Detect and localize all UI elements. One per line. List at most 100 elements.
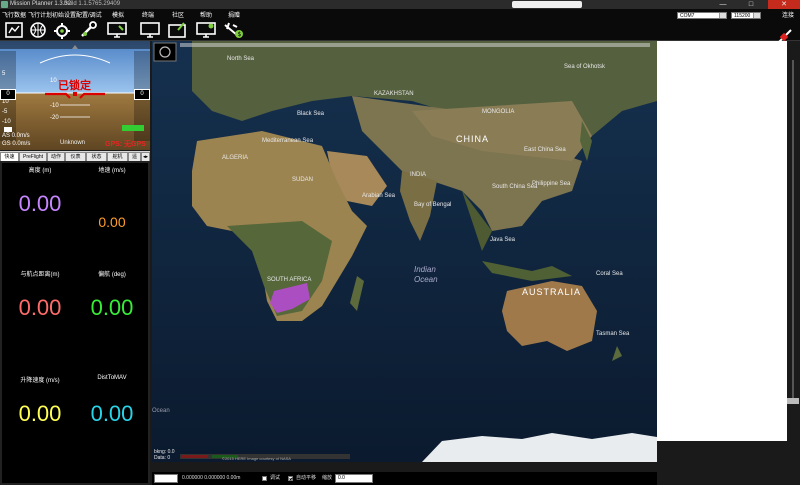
quick-panel: 高度 (m) 0.00 地速 (m/s) 0.00 与航点距离(m) 0.00 … (0, 161, 150, 485)
config-tuning-icon[interactable] (78, 21, 100, 39)
groundspeed-label: 地速 (m/s) (98, 168, 126, 174)
hud-left-tick: -5 (2, 109, 8, 115)
label-arabian-sea: Arabian Sea (362, 193, 396, 199)
community-icon[interactable] (166, 21, 188, 39)
label-philippine-sea: Philippine Sea (532, 181, 571, 187)
tab-status[interactable]: 状态 (86, 152, 107, 161)
airspeed-label: AS 0.0m/s (2, 133, 30, 139)
connect-label[interactable]: 连接 (782, 10, 794, 19)
label-south-china-sea: South China Sea (492, 184, 538, 190)
system-tray (512, 1, 582, 8)
label-ocean-bottom: Ocean (152, 408, 170, 414)
menu-flight-data[interactable]: 飞行数据 (2, 10, 26, 19)
title-bar: Mission Planner 1.3.32 build 1.1.5765.29… (0, 0, 800, 9)
menu-donate[interactable]: 捐赠 (228, 10, 240, 19)
label-indian-ocean: Indian (414, 265, 436, 274)
tab-actions[interactable]: 动作 (47, 152, 65, 161)
zoom-input[interactable]: 0.0 (335, 474, 373, 483)
hud-left-tick: 5 (2, 71, 6, 77)
hud-panel: 已锁定 10 5 -5 -10 -10 -20 10 0 0 AS 0.0m/s… (0, 41, 150, 150)
pitch-tick: -10 (50, 103, 59, 109)
label-mediterranean: Mediterranean Sea (262, 138, 314, 144)
tab-servo[interactable]: 舵机 (107, 152, 128, 161)
autopan-checkbox[interactable] (288, 476, 293, 481)
groundspeed-label: GS 0.0m/s (2, 141, 31, 147)
altitude-value: 0.00 (18, 193, 62, 216)
com-port-select[interactable]: COM7 (677, 12, 727, 19)
menu-help[interactable]: 帮助 (200, 10, 212, 19)
label-north-sea: North Sea (227, 56, 255, 62)
satellite-map (152, 41, 657, 462)
cursor-coords: 0.000000 0.000000 0.00m (182, 475, 241, 481)
menu-bar: 飞行数据 飞行计划 初始设置 配置/调试 模拟 终端 社区 帮助 捐赠 $ CO… (0, 9, 800, 45)
baud-rate-select[interactable]: 115200 (731, 12, 761, 19)
menu-simulation[interactable]: 模拟 (112, 10, 124, 19)
wp-distance-label: 与航点距离(m) (20, 272, 60, 278)
window-title: Mission Planner 1.3.32 (10, 1, 72, 7)
data-tabs: 快速 PreFlight 动作 仪表 状态 舵机 遥 ◂▸ (0, 151, 150, 161)
debug-label: 调试 (270, 475, 281, 481)
tab-scroll-arrows[interactable]: ◂▸ (141, 152, 150, 161)
svg-text:$: $ (238, 31, 242, 38)
speed-scale-box: 0 (0, 89, 16, 100)
app-icon (1, 1, 8, 8)
tab-quick[interactable]: 快速 (0, 152, 19, 161)
map-type-select[interactable] (154, 474, 178, 483)
dist-to-mav-label: DistToMAV (97, 375, 127, 381)
flight-data-icon[interactable] (3, 21, 25, 39)
initial-setup-icon[interactable] (51, 21, 73, 39)
flight-plan-icon[interactable] (27, 21, 49, 39)
yaw-label: 偏航 (deg) (98, 272, 126, 278)
label-east-china-sea: East China Sea (524, 147, 566, 153)
version-box: build 1.1.5765.29409 (64, 1, 121, 7)
groundspeed-value: 0.00 (98, 214, 126, 230)
label-coral-sea: Coral Sea (596, 271, 623, 277)
label-tasman-sea: Tasman Sea (596, 331, 630, 337)
menu-initial-setup[interactable]: 初始设置 (52, 10, 76, 19)
menu-config-tuning[interactable]: 配置/调试 (76, 10, 102, 19)
label-java-sea: Java Sea (490, 237, 516, 243)
label-sudan: SUDAN (292, 177, 314, 183)
climb-rate-value: 0.00 (18, 403, 62, 426)
label-australia: AUSTRALIA (522, 287, 582, 297)
label-indian-ocean-2: Ocean (414, 275, 438, 284)
close-button[interactable]: ✕ (768, 0, 800, 9)
altitude-label: 高度 (m) (28, 168, 52, 174)
tab-preflight[interactable]: PreFlight (19, 152, 47, 161)
dist-to-mav-value: 0.00 (90, 403, 134, 426)
climb-rate-label: 升降速度 (m/s) (20, 378, 60, 384)
right-side-panel (657, 41, 787, 441)
label-india: INDIA (410, 172, 427, 178)
debug-checkbox[interactable] (262, 476, 267, 481)
label-china: CHINA (456, 134, 490, 144)
map-view[interactable]: CHINA INDIA AUSTRALIA KAZAKHSTAN ALGERIA… (152, 41, 657, 462)
help-icon[interactable] (195, 21, 217, 39)
altitude-scale-box: 0 (134, 89, 150, 100)
terminal-icon[interactable] (139, 21, 161, 39)
maximize-button[interactable]: □ (740, 0, 762, 9)
pitch-tick: 10 (50, 78, 57, 84)
label-black-sea: Black Sea (297, 111, 325, 117)
zoom-track[interactable] (792, 60, 794, 400)
gps-status: GPS: 无GPS (105, 141, 146, 148)
pitch-tick: -20 (50, 115, 59, 121)
label-sea-of-okhotsk: Sea of Okhotsk (564, 64, 606, 70)
zoom-slider-thumb[interactable] (787, 398, 799, 404)
mode-label: Unknown (60, 140, 86, 146)
tab-gauges[interactable]: 仪表 (65, 152, 86, 161)
menu-community[interactable]: 社区 (172, 10, 184, 19)
simulation-icon[interactable] (106, 21, 128, 39)
map-copyright: ©2015 HERE Image courtesy of NASA (222, 456, 291, 461)
label-algeria: ALGERIA (222, 155, 249, 161)
menu-flight-plan[interactable]: 飞行计划 (28, 10, 52, 19)
tab-telemetry[interactable]: 遥 (128, 152, 141, 161)
label-kazakhstan: KAZAKHSTAN (374, 91, 414, 97)
armed-status: 已锁定 (58, 80, 91, 92)
donate-icon[interactable]: $ (222, 21, 244, 39)
hud-left-tick: -10 (2, 119, 11, 125)
menu-terminal[interactable]: 终端 (142, 10, 154, 19)
yaw-value: 0.00 (90, 297, 134, 320)
label-mongolia: MONGOLIA (482, 109, 515, 115)
map-status-bar: 0.000000 0.000000 0.00m 调试 自动平移 缩放 0.0 (152, 472, 657, 485)
minimize-button[interactable]: — (712, 0, 734, 9)
